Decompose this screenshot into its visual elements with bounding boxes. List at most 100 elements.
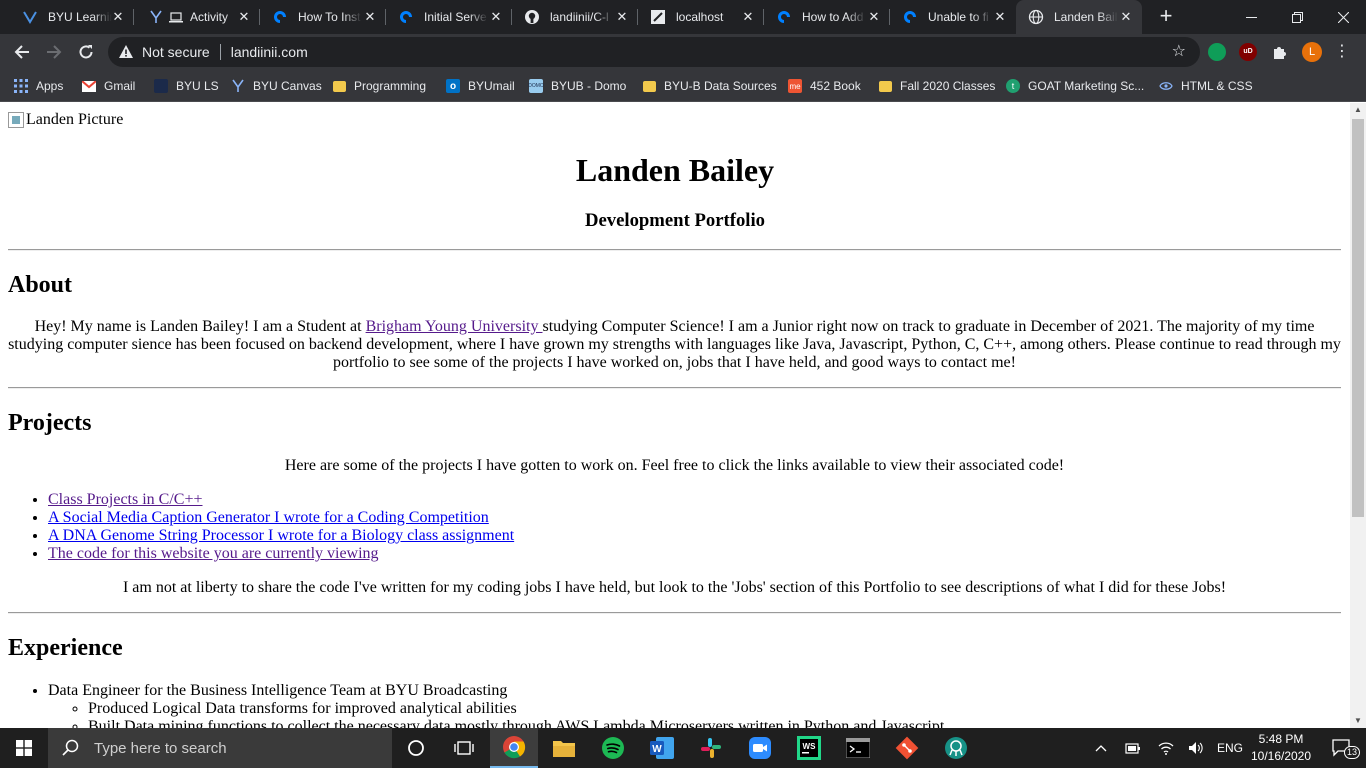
divider	[8, 612, 1341, 614]
extensions-puzzle-icon[interactable]	[1271, 43, 1289, 61]
tab-how-to-add[interactable]: How to Add ✕	[764, 0, 890, 34]
scroll-up-icon[interactable]: ▲	[1350, 103, 1366, 117]
git-icon[interactable]	[883, 728, 931, 768]
forward-button[interactable]	[40, 38, 68, 66]
bookmark-star-icon[interactable]: ☆	[1172, 43, 1186, 61]
tab-byu-learning[interactable]: BYU Learnin ✕	[0, 0, 134, 34]
divider	[219, 44, 221, 60]
tab-how-to-install[interactable]: How To Inst ✕	[260, 0, 386, 34]
outlook-icon: o	[446, 79, 460, 93]
project-link-dna-processor[interactable]: A DNA Genome String Processor I wrote fo…	[48, 527, 514, 544]
tab-initial-server[interactable]: Initial Serve ✕	[386, 0, 512, 34]
bookmark-byub-domo[interactable]: DOMO BYUB - Domo	[528, 76, 626, 96]
windows-start-button[interactable]	[0, 728, 48, 768]
bookmark-byu-ls[interactable]: BYU LS	[154, 76, 219, 96]
domo-icon: DOMO	[528, 79, 544, 93]
chrome-icon[interactable]	[490, 728, 538, 768]
bookmark-byumail[interactable]: o BYUmail	[446, 76, 515, 96]
github-icon	[524, 9, 540, 25]
project-link-website-code[interactable]: The code for this website you are curren…	[48, 545, 379, 562]
system-clock[interactable]: 5:48 PM 10/16/2020	[1244, 731, 1318, 765]
folder-icon	[643, 80, 656, 92]
bookmark-programming[interactable]: Programming	[333, 76, 426, 96]
scroll-down-icon[interactable]: ▼	[1350, 714, 1366, 728]
bookmark-label: BYU LS	[176, 79, 219, 93]
close-icon[interactable]: ✕	[488, 9, 504, 25]
bookmark-goat-marketing[interactable]: t GOAT Marketing Sc...	[1006, 76, 1144, 96]
bookmark-byu-canvas[interactable]: BYU Canvas	[231, 76, 322, 96]
gitkraken-icon[interactable]	[932, 728, 980, 768]
bookmark-byu-b-data-sources[interactable]: BYU-B Data Sources	[643, 76, 777, 96]
close-icon[interactable]: ✕	[740, 9, 756, 25]
file-explorer-icon[interactable]	[540, 728, 588, 768]
tab-localhost[interactable]: localhost ✕	[638, 0, 764, 34]
task-view-icon[interactable]	[440, 728, 488, 768]
close-icon[interactable]: ✕	[362, 9, 378, 25]
scroll-thumb[interactable]	[1352, 119, 1364, 517]
profile-avatar[interactable]: L	[1302, 42, 1322, 62]
tab-activity[interactable]: Activity ✕	[134, 0, 260, 34]
page-title: Landen Bailey	[575, 152, 775, 188]
terminal-icon[interactable]	[834, 728, 882, 768]
cortana-icon[interactable]	[392, 728, 440, 768]
action-center-button[interactable]: 13	[1318, 728, 1366, 768]
bookmark-label: BYU-B Data Sources	[664, 79, 777, 93]
projects-intro: Here are some of the projects I have got…	[284, 457, 1065, 474]
image-alt-text: Landen Picture	[26, 111, 124, 128]
bookmark-label: Programming	[354, 79, 427, 93]
back-button[interactable]	[8, 38, 36, 66]
broken-image-icon	[8, 112, 24, 128]
windows-logo-icon	[16, 740, 32, 756]
bookmark-html-css[interactable]: HTML & CSS	[1159, 76, 1253, 96]
close-icon[interactable]: ✕	[1118, 9, 1134, 25]
bookmark-fall-2020-classes[interactable]: Fall 2020 Classes	[879, 76, 995, 96]
new-tab-button[interactable]: +	[1154, 5, 1178, 29]
battery-icon[interactable]	[1122, 728, 1144, 768]
bookmark-452-book[interactable]: me 452 Book	[788, 76, 861, 96]
byu-link[interactable]: Brigham Young University	[366, 318, 543, 335]
security-label[interactable]: Not secure	[142, 44, 210, 60]
close-icon[interactable]: ✕	[110, 9, 126, 25]
close-icon[interactable]: ✕	[236, 9, 252, 25]
localhost-icon	[650, 9, 666, 25]
bookmark-apps[interactable]: Apps	[14, 76, 63, 96]
restore-button[interactable]	[1274, 0, 1320, 34]
slack-icon[interactable]	[687, 728, 735, 768]
taskbar-search-box[interactable]: Type here to search	[48, 728, 392, 768]
browser-toolbar: Not secure landiinii.com ☆ uD L ⋮	[0, 34, 1366, 70]
search-icon	[62, 739, 79, 756]
minimize-button[interactable]	[1228, 0, 1274, 34]
close-window-button[interactable]	[1320, 0, 1366, 34]
arrow-right-icon	[47, 45, 62, 59]
activity-icon	[148, 9, 164, 25]
bookmark-gmail[interactable]: Gmail	[82, 76, 135, 96]
show-hidden-icons[interactable]	[1090, 728, 1112, 768]
project-link-c-cpp[interactable]: Class Projects in C/C++	[48, 491, 203, 508]
wifi-icon[interactable]	[1155, 728, 1177, 768]
about-heading: About	[8, 272, 73, 298]
zoom-icon[interactable]	[736, 728, 784, 768]
tab-unable-to-find[interactable]: Unable to fi ✕	[890, 0, 1016, 34]
close-icon[interactable]: ✕	[992, 9, 1008, 25]
language-indicator[interactable]: ENG	[1212, 728, 1248, 768]
tab-landen-bailey[interactable]: Landen Bail ✕	[1016, 0, 1142, 34]
project-link-caption-generator[interactable]: A Social Media Caption Generator I wrote…	[48, 509, 489, 526]
webstorm-icon[interactable]: WS	[785, 728, 833, 768]
spotify-icon[interactable]	[589, 728, 637, 768]
reload-button[interactable]	[72, 38, 100, 66]
address-bar[interactable]: Not secure landiinii.com ☆	[108, 37, 1200, 67]
chrome-menu-icon[interactable]: ⋮	[1334, 42, 1350, 62]
url-text[interactable]: landiinii.com	[231, 44, 308, 60]
bookmarks-bar: Apps Gmail BYU LS BYU Canvas Programming…	[0, 70, 1366, 102]
bookmark-label: Apps	[36, 79, 64, 93]
volume-icon[interactable]	[1185, 728, 1207, 768]
tab-github[interactable]: landiinii/C-l ✕	[512, 0, 638, 34]
close-icon[interactable]: ✕	[866, 9, 882, 25]
book-icon: me	[788, 79, 802, 93]
word-icon[interactable]: W	[638, 728, 686, 768]
extension-green-icon[interactable]	[1208, 43, 1226, 61]
page-scrollbar[interactable]: ▲ ▼	[1350, 103, 1366, 728]
close-icon[interactable]: ✕	[614, 9, 630, 25]
ublock-icon[interactable]: uD	[1239, 43, 1257, 61]
about-paragraph: Hey! My name is Landen Bailey! I am a St…	[8, 318, 1341, 372]
